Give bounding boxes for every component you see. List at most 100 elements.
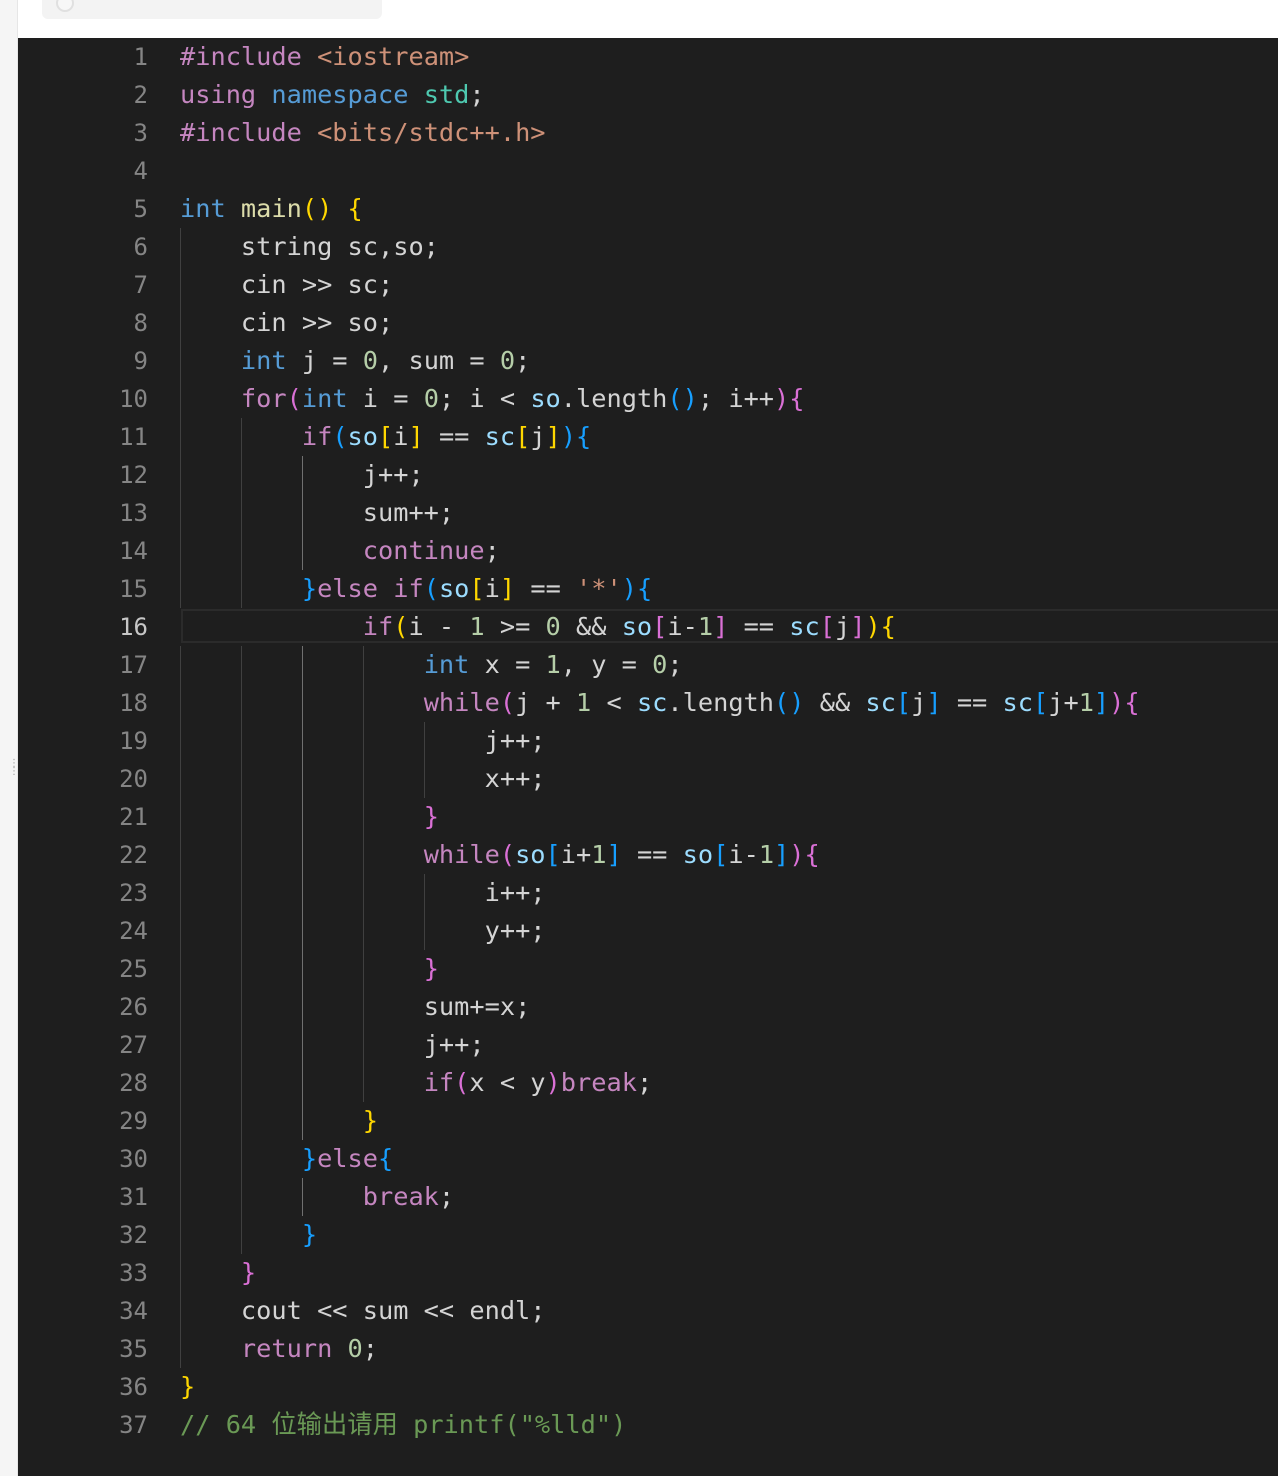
token: ; (469, 80, 485, 109)
code-line[interactable]: 21 } (18, 798, 1278, 836)
line-code: }else if(so[i] == '*'){ (180, 570, 652, 608)
token: x < y (469, 1068, 546, 1097)
line-number: 8 (133, 309, 148, 337)
code-line[interactable]: 26 sum+=x; (18, 988, 1278, 1026)
code-line[interactable]: 37 // 64 位输出请用 printf("%lld") (18, 1406, 1278, 1444)
code-line[interactable]: 30 }else{ (18, 1140, 1278, 1178)
token: } (423, 802, 439, 831)
code-editor[interactable]: 1 #include <iostream> 2 using namespace std… (18, 38, 1278, 1476)
top-tab[interactable] (42, 0, 382, 19)
code-line[interactable]: 11 if(so[i] == sc[j]){ (18, 418, 1278, 456)
line-code: using namespace std; (180, 76, 485, 114)
code-line[interactable]: 16 if(i - 1 >= 0 && so[i-1] == sc[j]){ (18, 608, 1278, 646)
line-number: 21 (119, 803, 148, 831)
code-line[interactable]: 20 x++; (18, 760, 1278, 798)
code-line[interactable]: 4 (18, 152, 1278, 190)
code-line[interactable]: 27 j++; (18, 1026, 1278, 1064)
code-line[interactable]: 29 } (18, 1102, 1278, 1140)
code-line[interactable]: 23 i++; (18, 874, 1278, 912)
token: ( (286, 384, 302, 413)
token: [ (515, 422, 531, 451)
code-line[interactable]: 15 }else if(so[i] == '*'){ (18, 570, 1278, 608)
code-line[interactable]: 5 int main() { (18, 190, 1278, 228)
token: [ (713, 840, 729, 869)
token: j (834, 612, 851, 641)
token: ){ (865, 612, 896, 641)
line-code: j++; (180, 722, 546, 760)
token: sc (636, 688, 668, 717)
token: () (667, 384, 698, 413)
code-line[interactable]: 28 if(x < y)break; (18, 1064, 1278, 1102)
token: == (423, 422, 485, 451)
line-code: while(j + 1 < sc.length() && sc[j] == sc… (180, 684, 1140, 722)
code-line[interactable]: 10 for(int i = 0; i < so.length(); i++){ (18, 380, 1278, 418)
code-line[interactable]: 3 #include <bits/stdc++.h> (18, 114, 1278, 152)
code-line[interactable]: 31 break; (18, 1178, 1278, 1216)
code-line[interactable]: 13 sum++; (18, 494, 1278, 532)
line-code: continue; (180, 532, 500, 570)
code-line[interactable]: 17 int x = 1, y = 0; (18, 646, 1278, 684)
line-code: #include <iostream> (180, 38, 469, 76)
line-number: 18 (119, 689, 148, 717)
code-line[interactable]: 24 y++; (18, 912, 1278, 950)
token: && (804, 688, 866, 717)
code-line[interactable]: 6 string sc,so; (18, 228, 1278, 266)
token: i+ (560, 840, 592, 869)
left-panel-edge (0, 0, 18, 1476)
token: [ (895, 688, 912, 717)
code-line[interactable]: 9 int j = 0, sum = 0; (18, 342, 1278, 380)
resize-handle-icon[interactable]: ⋮ ⋮ (9, 759, 19, 794)
token: 0 (347, 1334, 363, 1363)
line-code: } (180, 1368, 195, 1406)
token: else (317, 574, 394, 603)
token: 1 (697, 612, 714, 641)
code-line[interactable]: 14 continue; (18, 532, 1278, 570)
code-line[interactable]: 1 #include <iostream> (18, 38, 1278, 76)
token: sc (484, 422, 516, 451)
code-line[interactable]: 19 j++; (18, 722, 1278, 760)
token: // 64 位输出请用 printf("%lld") (180, 1410, 627, 1439)
code-line[interactable]: 7 cin >> sc; (18, 266, 1278, 304)
line-code: break; (180, 1178, 454, 1216)
line-code: return 0; (180, 1330, 378, 1368)
code-line[interactable]: 25 } (18, 950, 1278, 988)
token: [ (469, 574, 485, 603)
line-number: 1 (133, 43, 148, 71)
code-line[interactable]: 18 while(j + 1 < sc.length() && sc[j] ==… (18, 684, 1278, 722)
code-line[interactable]: 35 return 0; (18, 1330, 1278, 1368)
code-line[interactable]: 8 cin >> so; (18, 304, 1278, 342)
line-number: 34 (119, 1297, 148, 1325)
line-number: 11 (119, 423, 148, 451)
token: ){ (1109, 688, 1140, 717)
line-code: sum+=x; (180, 988, 531, 1026)
code-line[interactable]: 33 } (18, 1254, 1278, 1292)
code-line[interactable]: 12 j++; (18, 456, 1278, 494)
token: j++; (423, 1030, 485, 1059)
token: if (301, 422, 333, 451)
token: .length (667, 688, 775, 717)
line-number: 6 (133, 233, 148, 261)
line-code: } (180, 798, 439, 836)
token: if (393, 574, 424, 603)
line-code: string sc,so; (180, 228, 439, 266)
token: x = (484, 650, 546, 679)
token: 1 (576, 688, 592, 717)
code-line[interactable]: 34 cout << sum << endl; (18, 1292, 1278, 1330)
token: ] (713, 612, 729, 641)
token: i- (667, 612, 698, 641)
code-line[interactable]: 2 using namespace std; (18, 76, 1278, 114)
code-line[interactable]: 32 } (18, 1216, 1278, 1254)
code-line[interactable]: 36} (18, 1368, 1278, 1406)
token: ){ (621, 574, 653, 603)
token: sc (789, 612, 820, 641)
token: so (438, 574, 470, 603)
token: j (911, 688, 927, 717)
line-number: 20 (119, 765, 148, 793)
code-line[interactable]: 22 while(so[i+1] == so[i-1]){ (18, 836, 1278, 874)
line-code: cin >> so; (180, 304, 393, 342)
token: ] (606, 840, 622, 869)
